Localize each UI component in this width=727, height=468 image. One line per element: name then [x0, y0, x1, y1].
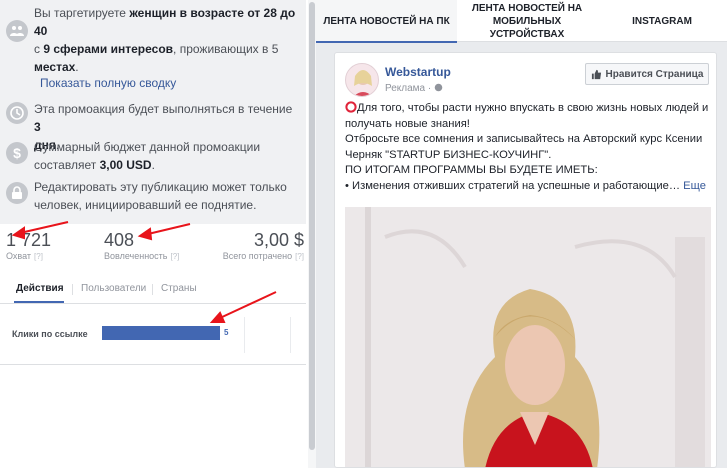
- dollar-icon: $: [6, 142, 28, 164]
- reach-label: Охват: [6, 251, 32, 261]
- spent-label: Всего потрачено: [222, 251, 293, 261]
- ad-photo[interactable]: [345, 207, 711, 467]
- lock-icon: [6, 182, 28, 204]
- promotion-summary-panel: Вы таргетируете женщин в возрасте от 28 …: [0, 0, 316, 468]
- link-clicks-chart: Клики по ссылке 5: [0, 305, 306, 365]
- grid-line: [290, 317, 291, 353]
- thumbs-up-icon: [591, 69, 601, 79]
- engagement-value: 408: [104, 230, 135, 250]
- engagement-label: Вовлеченность: [104, 251, 168, 261]
- active-tab-indicator: [14, 301, 64, 303]
- tab-divider: [72, 284, 73, 295]
- targeting-summary: Вы таргетируете женщин в возрасте от 28 …: [0, 0, 306, 224]
- scrollbar[interactable]: [308, 0, 316, 468]
- full-summary-link[interactable]: Показать полную сводку: [40, 76, 176, 90]
- tab-instagram[interactable]: INSTAGRAM: [597, 0, 727, 42]
- woman-portrait-image: [345, 207, 711, 467]
- clock-icon: [6, 102, 28, 124]
- reach-value: 1 721: [6, 230, 52, 250]
- tab-mobile-feed[interactable]: ЛЕНТА НОВОСТЕЙ НА МОБИЛЬНЫХ УСТРОЙСТВАХ: [457, 0, 597, 42]
- clicks-bar: [102, 326, 220, 340]
- metric-reach: 1 721 Охват [?]: [6, 230, 51, 261]
- sponsored-label: Реклама ·: [385, 83, 443, 94]
- tab-divider: [152, 284, 153, 295]
- like-page-button[interactable]: Нравится Страница: [585, 63, 709, 85]
- metric-spent: 3,00 $ Всего потрачено [?]: [214, 230, 304, 261]
- budget-text: Суммарный бюджет данной промоакции соста…: [34, 140, 261, 172]
- edit-text: Редактировать эту публикацию может тольк…: [34, 180, 287, 212]
- tab-users[interactable]: Пользователи: [81, 283, 146, 294]
- ad-post: Webstartup Реклама · Нравится Страница Д…: [334, 52, 717, 468]
- metric-engagement: 408 Вовлеченность [?]: [104, 230, 179, 261]
- reach-help[interactable]: [?]: [34, 252, 43, 261]
- people-icon: [6, 20, 28, 42]
- like-button-label: Нравится Страница: [605, 68, 704, 80]
- preview-tabs: ЛЕНТА НОВОСТЕЙ НА ПК ЛЕНТА НОВОСТЕЙ НА М…: [316, 0, 727, 43]
- red-circle-icon: [345, 101, 357, 113]
- tab-countries[interactable]: Страны: [161, 283, 197, 294]
- engagement-help[interactable]: [?]: [171, 252, 180, 261]
- clicks-value: 5: [224, 328, 229, 337]
- post-text: Для того, чтобы расти нужно впускать в с…: [345, 101, 709, 192]
- grid-line: [244, 317, 245, 353]
- targeting-text: Вы таргетируете женщин в возрасте от 28 …: [34, 6, 296, 74]
- see-more-link[interactable]: Еще: [683, 180, 706, 192]
- page-avatar[interactable]: [345, 63, 379, 97]
- stats-tabs: Действия Пользователи Страны: [0, 278, 306, 304]
- tab-actions[interactable]: Действия: [16, 283, 64, 294]
- clicks-label: Клики по ссылке: [12, 329, 88, 339]
- page-name[interactable]: Webstartup: [385, 65, 451, 79]
- ad-preview-panel: ЛЕНТА НОВОСТЕЙ НА ПК ЛЕНТА НОВОСТЕЙ НА М…: [316, 0, 727, 468]
- spent-value: 3,00 $: [253, 230, 304, 250]
- globe-icon: [434, 83, 443, 92]
- scrollbar-thumb[interactable]: [309, 2, 315, 450]
- tab-desktop-feed[interactable]: ЛЕНТА НОВОСТЕЙ НА ПК: [316, 0, 457, 43]
- spent-help[interactable]: [?]: [295, 252, 304, 261]
